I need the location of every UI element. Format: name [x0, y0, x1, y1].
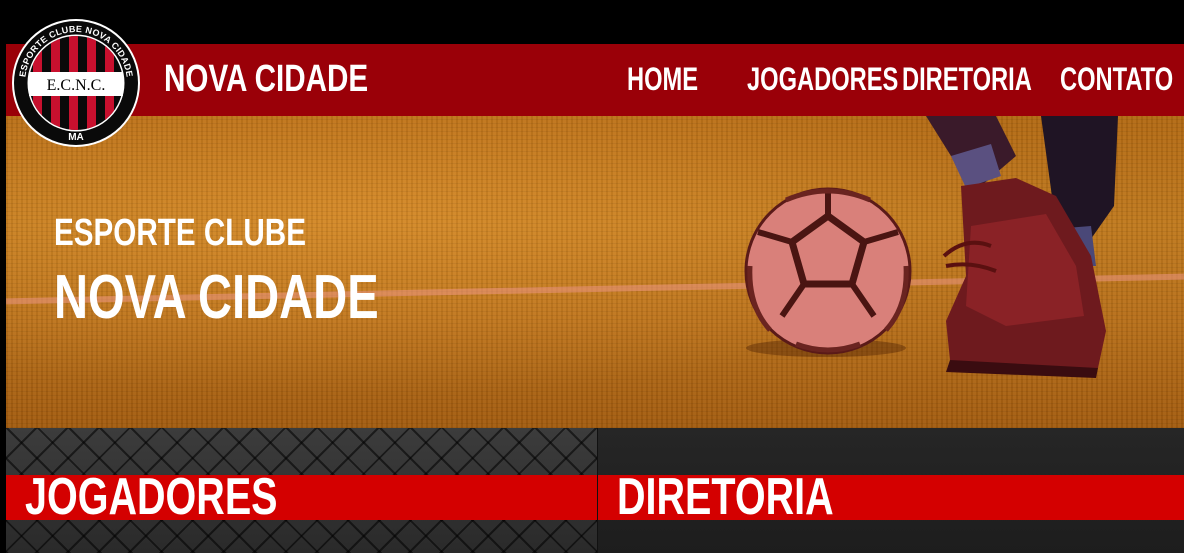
nav-link-contato[interactable]: CONTATO [1060, 58, 1173, 100]
brand-name[interactable]: NOVA CIDADE [164, 56, 368, 102]
player-legs-image [926, 116, 1118, 378]
nav-link-home[interactable]: HOME [627, 58, 698, 100]
section-card-jogadores[interactable]: JOGADORES [6, 428, 597, 553]
section-title-diretoria[interactable]: DIRETORIA [617, 467, 834, 527]
top-black-strip [0, 0, 1184, 44]
football-image [744, 187, 912, 357]
club-logo[interactable]: E.C.N.C. ESPORTE CLUBE NOVA CIDADE MA [11, 18, 141, 148]
hero-eyebrow: ESPORTE CLUBE [54, 212, 306, 254]
hero-banner: ESPORTE CLUBE NOVA CIDADE [6, 116, 1184, 428]
nav-link-jogadores[interactable]: JOGADORES [747, 58, 898, 100]
logo-initials: E.C.N.C. [47, 77, 106, 94]
nav-link-diretoria[interactable]: DIRETORIA [902, 58, 1032, 100]
section-title-jogadores[interactable]: JOGADORES [25, 467, 278, 527]
navbar: NOVA CIDADE HOME JOGADORES DIRETORIA CON… [6, 44, 1184, 116]
hero-title: NOVA CIDADE [54, 263, 379, 332]
section-card-diretoria[interactable]: DIRETORIA [598, 428, 1184, 553]
logo-bottom-text: MA [68, 132, 84, 143]
